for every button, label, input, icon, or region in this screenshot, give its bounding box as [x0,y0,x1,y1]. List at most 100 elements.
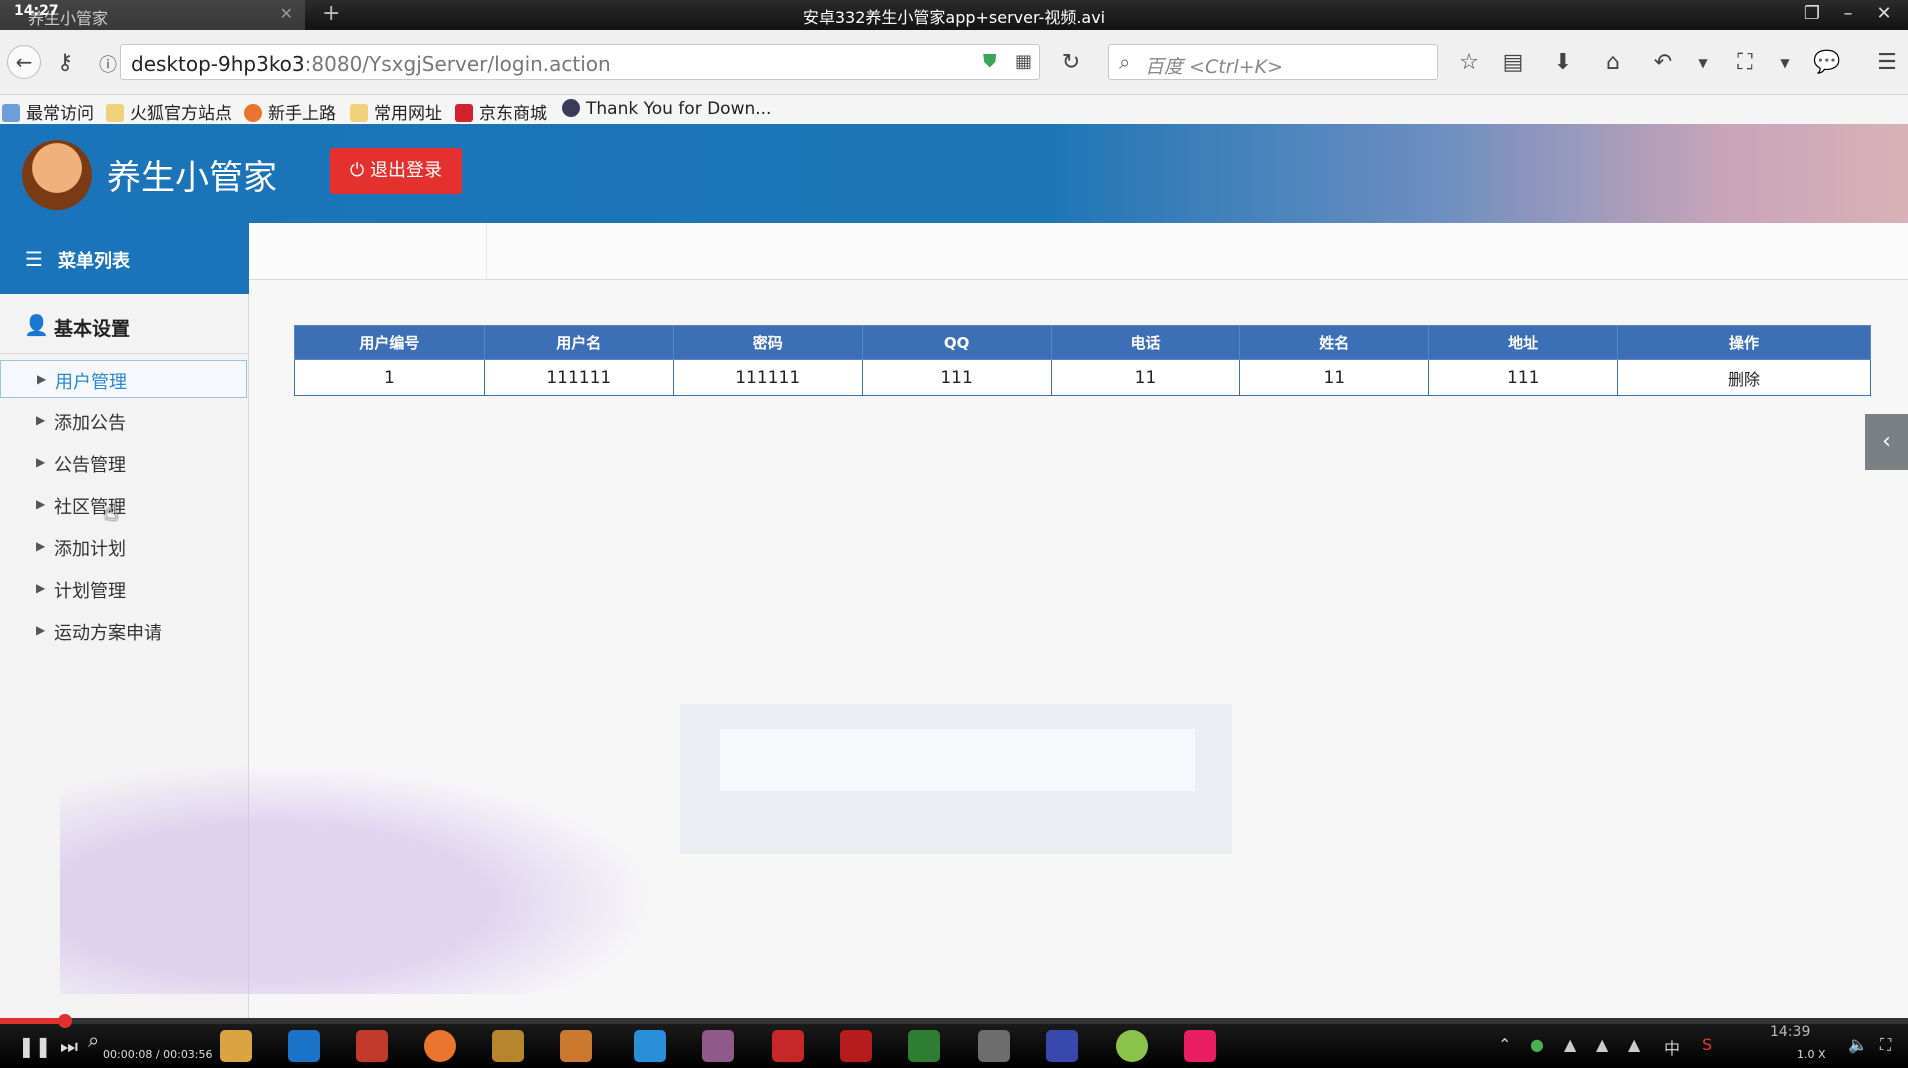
cell-name: 11 [1239,359,1430,396]
tray-icon[interactable]: ▲ [1596,1035,1608,1054]
browser-navbar: ← ⚷ ⓘ desktop-9hp3ko3:8080/YsxgjServer/l… [0,30,1908,95]
folder-icon [350,104,368,122]
sidebar-item-add-plan[interactable]: ▶ 添加计划 [0,528,247,566]
tray-icon[interactable]: ▲ [1628,1035,1640,1054]
column-header: 电话 [1050,325,1241,360]
ie-icon[interactable] [288,1030,320,1062]
undo-icon[interactable]: ↶ [1648,48,1678,78]
toolbar-segment [249,223,487,280]
app-icon[interactable] [840,1030,872,1062]
chevron-up-icon[interactable]: ⌃ [1498,1035,1511,1054]
caret-right-icon: ▶ [36,539,46,553]
search-box[interactable]: ⌕ 百度 <Ctrl+K> [1108,44,1438,80]
bookmark-item[interactable]: 火狐官方站点 [106,99,232,124]
minimize-icon[interactable]: – [1834,2,1862,26]
search-icon[interactable]: ⌕ [88,1028,99,1052]
web-page: 养生小管家 ⏻ 退出登录 ☰ 菜单列表 👤 基本设置 ▶ 用户管理 ▶ 添加公告 ▶… [0,124,1908,1018]
background-watermark [720,729,1195,791]
reload-icon[interactable]: ↻ [1056,48,1086,78]
sidebar-item-add-notice[interactable]: ▶ 添加公告 [0,402,247,440]
download-icon[interactable]: ⬇ [1548,48,1578,78]
close-window-icon[interactable]: ✕ [1870,2,1898,26]
app-icon[interactable] [1184,1030,1216,1062]
total-time: 00:03:56 [163,1048,213,1061]
power-icon: ⏻ [350,160,370,181]
explorer-icon[interactable] [220,1030,252,1062]
progress-fill [0,1018,65,1024]
bookmark-item[interactable]: 新手上路 [244,99,336,124]
hand-cursor-icon: ☝ [104,498,119,526]
player-control-bar: ❚❚ ⏭ ⌕ 00:00:08 / 00:03:56 ⌃ ● ▲ ▲ ▲ 中 S… [0,1014,1908,1068]
qr-code-icon[interactable]: ▦ [1015,51,1032,72]
firefox-icon[interactable] [424,1030,456,1062]
progress-knob[interactable] [57,1014,72,1028]
elapsed-time: 00:00:08 [103,1048,153,1061]
undo-dropdown-icon[interactable]: ▼ [1688,48,1718,78]
caret-right-icon: ▶ [37,372,47,386]
app-icon[interactable] [772,1030,804,1062]
app-icon[interactable] [978,1030,1010,1062]
cell-username: 111111 [483,359,674,396]
sidebar-item-plan-management[interactable]: ▶ 计划管理 [0,570,247,608]
collapse-panel-button[interactable]: ‹ [1865,414,1908,470]
app-icon[interactable] [702,1030,734,1062]
user-icon: 👤 [24,313,49,337]
table-header-row: 用户编号 用户名 密码 QQ 电话 姓名 地址 操作 [294,325,1871,360]
back-button[interactable]: ← [7,45,41,79]
chat-icon[interactable]: 💬 [1812,48,1842,78]
bookmark-item[interactable]: 常用网址 [350,99,442,124]
bookmark-item[interactable]: Thank You for Down... [562,99,771,119]
app-icon[interactable] [1116,1030,1148,1062]
column-header: 用户编号 [294,325,485,360]
sidebar-item-notice-management[interactable]: ▶ 公告管理 [0,444,247,482]
playback-time: 00:00:08 / 00:03:56 [103,1048,213,1061]
excel-icon[interactable] [908,1030,940,1062]
bookmark-item[interactable]: 京东商城 [455,99,547,124]
info-icon[interactable]: ⓘ [99,51,117,77]
tray-icon[interactable]: S [1702,1035,1712,1054]
app-icon[interactable] [492,1030,524,1062]
url-bar[interactable]: ⓘ desktop-9hp3ko3:8080/YsxgjServer/login… [99,44,1040,80]
playback-speed: 1.0 X [1797,1048,1826,1061]
content-toolbar [249,223,1908,280]
menu-group-basic-settings[interactable]: 👤 基本设置 [0,294,249,354]
logout-label: 退出登录 [369,160,442,181]
ime-indicator[interactable]: 中 [1664,1035,1680,1059]
ie-icon[interactable] [634,1030,666,1062]
sidebar-item-community-management[interactable]: ▶ 社区管理 [0,486,247,524]
list-icon: ☰ [25,247,43,271]
sidebar-item-user-management[interactable]: ▶ 用户管理 [0,360,247,398]
crop-dropdown-icon[interactable]: ▼ [1770,48,1800,78]
sidebar-item-exercise-plan-application[interactable]: ▶ 运动方案申请 [0,612,247,650]
menu-icon[interactable]: ☰ [1872,48,1902,78]
shield-icon[interactable]: ⛊ [983,51,997,72]
crop-icon[interactable]: ⛶ [1730,48,1760,78]
reading-list-icon[interactable]: ▤ [1498,48,1528,78]
fullscreen-icon[interactable]: ⛶ [1880,1035,1891,1055]
caret-right-icon: ▶ [36,581,46,595]
bookmark-item[interactable]: 最常访问 [2,99,94,124]
app-icon[interactable] [560,1030,592,1062]
tray-icon[interactable]: ▲ [1564,1035,1576,1054]
caret-right-icon: ▶ [36,455,46,469]
app-icon[interactable] [356,1030,388,1062]
restore-icon[interactable]: ❐ [1798,2,1826,26]
cell-qq: 111 [861,359,1052,396]
progress-bar[interactable] [0,1014,1908,1028]
search-icon: ⌕ [1119,50,1131,74]
home-icon[interactable]: ⌂ [1598,48,1628,78]
logout-button[interactable]: ⏻ 退出登录 [330,148,462,194]
bookmark-star-icon[interactable]: ☆ [1454,48,1484,78]
delete-link[interactable]: 删除 [1617,359,1871,396]
pause-icon[interactable]: ❚❚ [18,1034,52,1058]
bookmarks-bar: 最常访问 火狐官方站点 新手上路 常用网址 京东商城 Thank You for… [0,95,1908,125]
column-header: 用户名 [483,325,674,360]
app-header: 养生小管家 ⏻ 退出登录 [0,124,1908,223]
volume-icon[interactable]: 🔈 [1848,1035,1868,1054]
tray-icon[interactable]: ● [1530,1035,1544,1054]
key-icon[interactable]: ⚷ [50,48,80,78]
background-watermark [60,764,660,994]
user-table: 用户编号 用户名 密码 QQ 电话 姓名 地址 操作 1 111111 1111… [294,325,1871,396]
next-icon[interactable]: ⏭ [60,1034,78,1058]
app-icon[interactable] [1046,1030,1078,1062]
